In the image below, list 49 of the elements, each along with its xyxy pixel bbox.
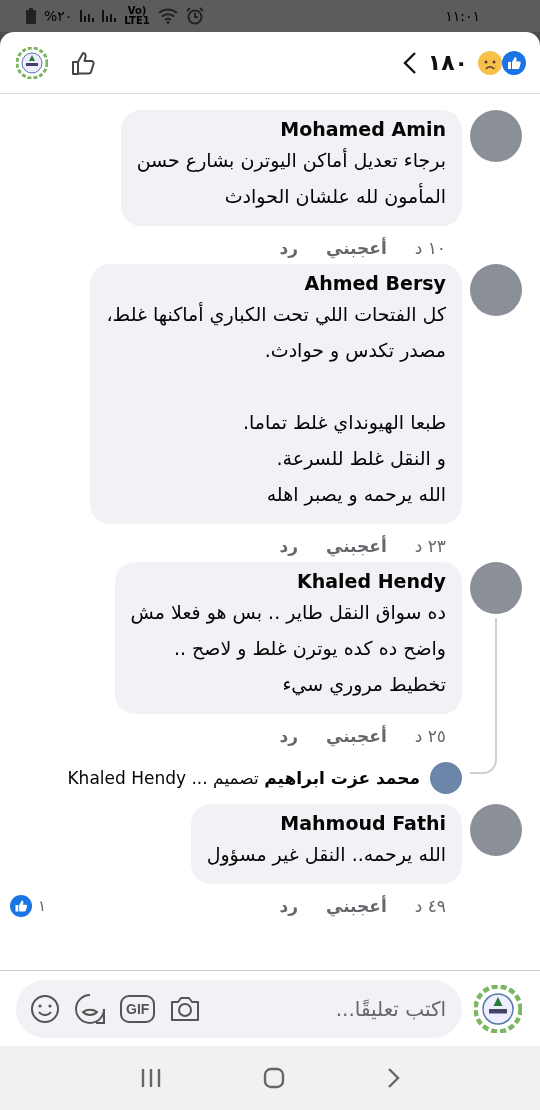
like-reaction-icon: [10, 895, 32, 917]
avatar[interactable]: [430, 762, 462, 794]
reply-link[interactable]: رد: [279, 536, 298, 556]
like-link[interactable]: أعجبني: [325, 238, 387, 258]
comment-text: الله يرحمه.. النقل غير مسؤول: [206, 842, 446, 868]
author-name[interactable]: Ahmed Bersy: [106, 272, 446, 294]
back-icon[interactable]: [385, 1067, 400, 1089]
comment-time: ١٠ د: [414, 238, 446, 258]
gif-button[interactable]: GIF: [120, 994, 156, 1023]
like-link[interactable]: أعجبني: [325, 726, 387, 746]
comment-time: ٢٣ د: [414, 536, 446, 556]
reply-preview-text[interactable]: محمد عزت ابراهيم تصميم ... Khaled Hendy: [67, 768, 420, 788]
author-name[interactable]: Khaled Hendy: [130, 570, 446, 592]
camera-icon[interactable]: [169, 994, 202, 1023]
sad-emoji-icon: [478, 50, 502, 75]
avatar[interactable]: [470, 562, 522, 614]
comment-time: ٢٥ د: [414, 726, 446, 746]
comment-text: ده سواق النقل طاير .. بس هو فعلا مش واضح ده كده يوترن غلط و لاصح .. تخطيط مروري سيء: [130, 600, 446, 698]
comment-text: برجاء تعديل أماكن اليوترن بشارع حسن المأمون لله علشان الحوادث: [136, 147, 446, 210]
comment-time: ٤٩ د: [414, 896, 446, 916]
recent-apps-icon[interactable]: [140, 1067, 163, 1089]
home-icon[interactable]: [263, 1067, 285, 1089]
alarm-icon: [185, 7, 204, 25]
sticker-icon[interactable]: [74, 992, 106, 1025]
reply-link[interactable]: رد: [279, 896, 298, 916]
back-button[interactable]: [401, 49, 418, 76]
network-label: Vo) LTE1: [124, 6, 150, 26]
like-reaction-icon: [502, 50, 526, 75]
like-link[interactable]: أعجبني: [325, 896, 387, 916]
avatar[interactable]: [470, 804, 522, 856]
reply-link[interactable]: رد: [279, 238, 298, 258]
avatar[interactable]: [470, 110, 522, 162]
signal-icon: [80, 10, 95, 22]
emoji-icon[interactable]: [30, 993, 60, 1024]
page-logo-icon: [474, 984, 522, 1033]
signal-icon: [102, 10, 117, 22]
battery-icon: [26, 8, 36, 24]
reaction-count: ١: [38, 897, 47, 915]
battery-percent: %٢٠: [44, 8, 73, 24]
author-name[interactable]: Mohamed Amin: [136, 118, 446, 140]
author-name[interactable]: Mahmoud Fathi: [206, 812, 446, 834]
reply-link[interactable]: رد: [279, 726, 298, 746]
wifi-icon: [157, 8, 178, 24]
reaction-count: ١٨٠: [427, 50, 468, 75]
comment-text: كل الفتحات اللي تحت الكباري أماكنها غلط، مصدر تكدس و حوادث. طبعا الهيونداي غلط تماما. و النقل غلط للسرعة. الله يرحمه و يصبر اهله: [106, 301, 446, 508]
clock-time: ١١:٠١: [445, 8, 480, 24]
page-logo-icon: [16, 46, 48, 79]
like-link[interactable]: أعجبني: [325, 536, 387, 556]
avatar[interactable]: [470, 264, 522, 316]
